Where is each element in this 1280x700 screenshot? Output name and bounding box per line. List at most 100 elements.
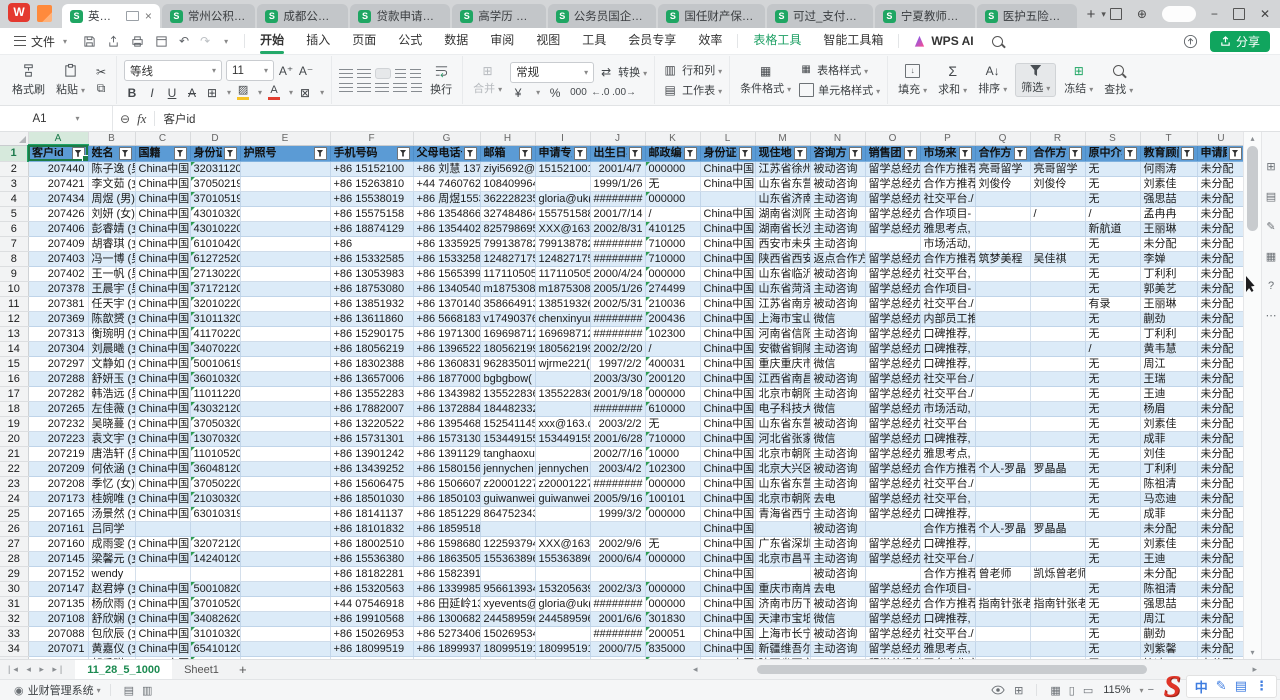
- cell[interactable]: 未分配: [1197, 596, 1243, 611]
- cell[interactable]: [240, 431, 330, 446]
- fill-button[interactable]: ↓ 填充▾: [895, 64, 930, 97]
- cell[interactable]: China中国: [135, 176, 190, 191]
- save-icon[interactable]: [83, 35, 96, 48]
- cell[interactable]: 360103200303300725: [190, 371, 240, 386]
- row-number[interactable]: 9: [0, 266, 28, 281]
- cell[interactable]: [975, 431, 1030, 446]
- cell[interactable]: 207297: [28, 356, 88, 371]
- column-header-cell[interactable]: 国籍: [135, 145, 190, 161]
- cell[interactable]: [1030, 551, 1085, 566]
- cell[interactable]: [645, 521, 700, 536]
- row-number[interactable]: 17: [0, 386, 28, 401]
- row-number[interactable]: 8: [0, 251, 28, 266]
- cell[interactable]: 留学总经办: [865, 491, 920, 506]
- cell[interactable]: 留学总经办: [865, 431, 920, 446]
- sidebar-notes-icon[interactable]: ▤: [1266, 190, 1276, 203]
- column-header-cell[interactable]: 原中介机: [1085, 145, 1140, 161]
- cell[interactable]: 未分配: [1197, 386, 1243, 401]
- cell[interactable]: 吴佳祺: [1030, 251, 1085, 266]
- cell[interactable]: chenxinyur: [535, 311, 590, 326]
- cell[interactable]: [1030, 386, 1085, 401]
- cell[interactable]: 362228235: [480, 191, 535, 206]
- cell[interactable]: 500108200203035125: [190, 581, 240, 596]
- cell[interactable]: xxx@163.c(: [535, 416, 590, 431]
- cell[interactable]: 留学总经办: [865, 461, 920, 476]
- cell[interactable]: 无: [1085, 536, 1140, 551]
- cell[interactable]: China中国: [700, 386, 755, 401]
- column-header-cell[interactable]: 姓名: [88, 145, 135, 161]
- cell[interactable]: [240, 401, 330, 416]
- cell[interactable]: [1030, 266, 1085, 281]
- cell[interactable]: 重庆市南岸: [755, 581, 810, 596]
- row-number[interactable]: 31: [0, 596, 28, 611]
- filter-dropdown-button[interactable]: [1014, 147, 1027, 160]
- cell[interactable]: 411702200312270822: [190, 326, 240, 341]
- cell[interactable]: 102300: [645, 461, 700, 476]
- cell[interactable]: 微信: [810, 431, 865, 446]
- cell[interactable]: China中国: [700, 311, 755, 326]
- cell[interactable]: 无: [1085, 236, 1140, 251]
- cell[interactable]: [240, 461, 330, 476]
- cell[interactable]: [240, 626, 330, 641]
- formula-input[interactable]: 客户id: [163, 111, 195, 127]
- cell[interactable]: [975, 311, 1030, 326]
- cell[interactable]: XXX@163.(: [535, 221, 590, 236]
- column-header-cell[interactable]: 现住地址: [755, 145, 810, 161]
- cell[interactable]: 430102200208315525: [190, 221, 240, 236]
- cell[interactable]: ########: [590, 191, 645, 206]
- cell[interactable]: China中国: [135, 161, 190, 176]
- freeze-button[interactable]: ⊞ 冻结▾: [1061, 65, 1096, 96]
- percent-format-icon[interactable]: %: [547, 87, 563, 99]
- cell[interactable]: 梁馨元 (女: [88, 551, 135, 566]
- cloud-sync-icon[interactable]: [1183, 34, 1198, 49]
- cell[interactable]: 湖南省长沙: [755, 221, 810, 236]
- cell[interactable]: +86 13851932: [330, 296, 413, 311]
- cell[interactable]: 207265: [28, 401, 88, 416]
- cell[interactable]: 留学总经办: [865, 596, 920, 611]
- column-letter[interactable]: K: [645, 132, 700, 145]
- cell[interactable]: 130703200106280921: [190, 431, 240, 446]
- cell[interactable]: 蒯劲: [1140, 626, 1197, 641]
- format-painter-button[interactable]: 格式刷: [9, 63, 48, 97]
- cell[interactable]: +86 18056219: [330, 341, 413, 356]
- table-style-button[interactable]: 表格样式▾: [817, 62, 868, 78]
- cell[interactable]: 丁利利: [1140, 461, 1197, 476]
- cell[interactable]: 135522836: [535, 386, 590, 401]
- cell[interactable]: 207147: [28, 581, 88, 596]
- cell[interactable]: 微信: [810, 311, 865, 326]
- cell[interactable]: 000000: [645, 191, 700, 206]
- cell[interactable]: 710000: [645, 251, 700, 266]
- cell[interactable]: 留学总经办: [865, 221, 920, 236]
- cell[interactable]: m1875308(: [480, 281, 535, 296]
- cell[interactable]: 无: [645, 536, 700, 551]
- cell[interactable]: China中国: [135, 206, 190, 221]
- wps-logo-icon[interactable]: W: [8, 3, 30, 22]
- cell[interactable]: 未分配: [1197, 446, 1243, 461]
- zoom-level[interactable]: 115%: [1103, 684, 1130, 696]
- cell[interactable]: [1030, 236, 1085, 251]
- column-letter[interactable]: R: [1030, 132, 1085, 145]
- column-letter[interactable]: A: [28, 132, 88, 145]
- cell[interactable]: [240, 581, 330, 596]
- row-number[interactable]: 19: [0, 416, 28, 431]
- export-ic[interactable]: [107, 35, 120, 48]
- cell[interactable]: 500106199702210321: [190, 356, 240, 371]
- layout-icon[interactable]: [1110, 8, 1122, 20]
- cell[interactable]: 安徽省铜陵: [755, 341, 810, 356]
- cell[interactable]: 370503200302020020: [190, 416, 240, 431]
- cell[interactable]: 无: [1085, 326, 1140, 341]
- cell[interactable]: 丁利利: [1140, 266, 1197, 281]
- cell[interactable]: 留学总经办: [865, 356, 920, 371]
- cell[interactable]: [190, 566, 240, 581]
- cell[interactable]: China中国: [700, 161, 755, 176]
- cell[interactable]: 被动咨询: [810, 296, 865, 311]
- split-screen-icon[interactable]: ⊞: [1014, 684, 1023, 697]
- cell[interactable]: [975, 626, 1030, 641]
- cell[interactable]: [535, 506, 590, 521]
- cell[interactable]: 刘俊伶: [975, 176, 1030, 191]
- cell[interactable]: 未分配: [1197, 176, 1243, 191]
- column-letter[interactable]: F: [330, 132, 413, 145]
- sidebar-chart-icon[interactable]: ▦: [1266, 250, 1276, 263]
- cell[interactable]: 180995191: [480, 641, 535, 656]
- file-tab[interactable]: S高学历 教授.xlsx: [452, 4, 546, 28]
